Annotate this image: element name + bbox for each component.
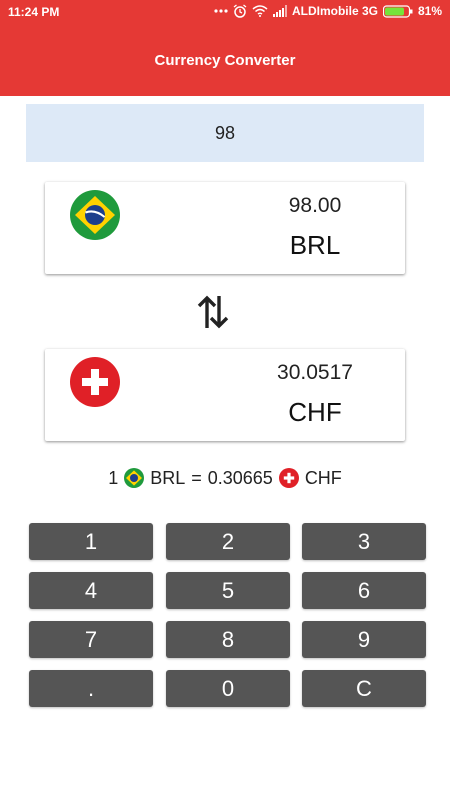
battery-icon — [382, 4, 413, 18]
key-decimal[interactable]: . — [29, 670, 153, 707]
key-clear[interactable]: C — [302, 670, 426, 707]
from-currency-code: BRL — [289, 230, 341, 260]
key-0[interactable]: 0 — [166, 670, 290, 707]
key-7[interactable]: 7 — [29, 621, 153, 658]
to-currency-card[interactable]: 30.0517 CHF — [45, 349, 405, 441]
rate-equals: = — [191, 467, 202, 488]
more-dots-icon — [214, 9, 228, 13]
from-currency-card[interactable]: 98.00 BRL — [45, 182, 405, 274]
key-1[interactable]: 1 — [29, 523, 153, 560]
to-amount: 30.0517 — [277, 361, 353, 384]
swap-vertical-icon — [197, 295, 229, 329]
signal-icon — [272, 5, 287, 17]
app-title: Currency Converter — [154, 52, 296, 69]
app-header: 11:24 PM ALDImobile 3G 81% Currency Conv… — [0, 0, 450, 96]
wifi-icon — [252, 5, 268, 17]
exchange-rate-line: 1 BRL = 0.30665 CHF — [0, 467, 450, 489]
status-icons: ALDImobile 3G 81% — [214, 4, 442, 18]
swap-currencies-button[interactable] — [193, 292, 233, 332]
status-bar: 11:24 PM ALDImobile 3G 81% — [0, 0, 450, 24]
rate-amount: 1 — [108, 467, 119, 488]
key-5[interactable]: 5 — [166, 572, 290, 609]
rate-from-code: BRL — [150, 467, 186, 488]
key-6[interactable]: 6 — [302, 572, 426, 609]
rate-value: 0.30665 — [207, 467, 273, 488]
key-2[interactable]: 2 — [166, 523, 290, 560]
brazil-flag-icon — [70, 190, 120, 240]
brazil-flag-small-icon — [124, 468, 145, 488]
status-time: 11:24 PM — [8, 5, 60, 19]
key-9[interactable]: 9 — [302, 621, 426, 658]
key-8[interactable]: 8 — [166, 621, 290, 658]
keypad: 1 2 3 4 5 6 7 8 9 . 0 C — [29, 523, 427, 707]
key-4[interactable]: 4 — [29, 572, 153, 609]
alarm-icon — [233, 4, 247, 18]
switzerland-flag-icon — [70, 357, 120, 407]
key-3[interactable]: 3 — [302, 523, 426, 560]
rate-to-code: CHF — [304, 467, 342, 488]
switzerland-flag-small-icon — [278, 468, 299, 488]
from-amount: 98.00 — [288, 194, 342, 217]
carrier-label: ALDImobile 3G — [291, 4, 378, 18]
to-currency-code: CHF — [288, 397, 342, 427]
battery-level: 81% — [417, 4, 442, 18]
amount-input[interactable]: 98 — [26, 104, 424, 162]
